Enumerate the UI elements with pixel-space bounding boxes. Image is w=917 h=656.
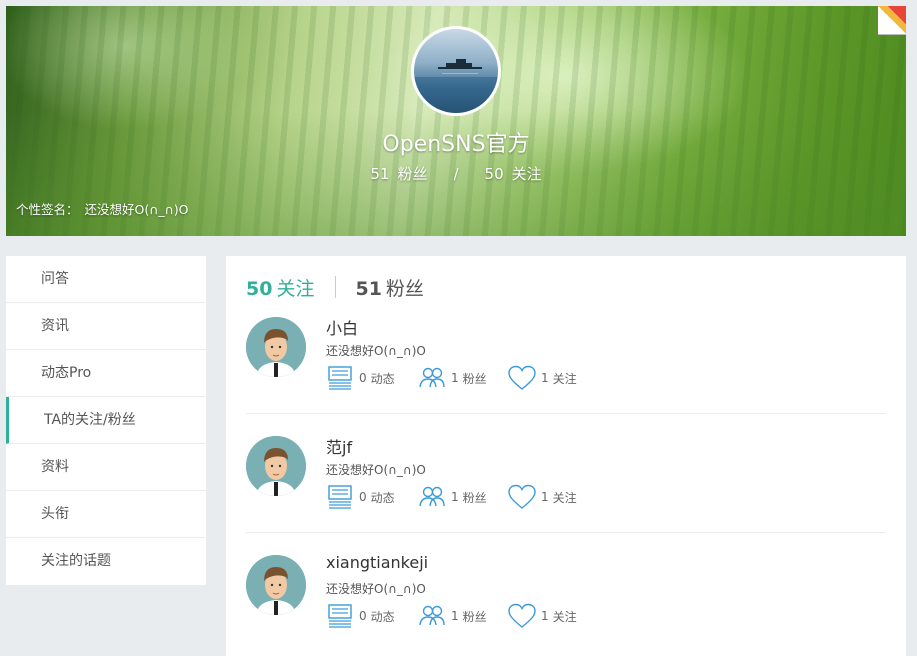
list-item: 范jf 还没想好O(∩_∩)O 0 动态 1 粉丝 1 关注 [246, 434, 886, 534]
posts-stack-icon [328, 485, 352, 509]
follow-label: 关注 [552, 371, 577, 386]
sidebar-item-follow-fans[interactable]: TA的关注/粉丝 [6, 397, 206, 444]
sidebar-item-profile[interactable]: 资料 [6, 444, 206, 491]
fans-count[interactable]: 51 [370, 165, 389, 183]
man-avatar-icon [246, 555, 306, 615]
posts-label: 动态 [370, 490, 395, 505]
sidebar-item-topics[interactable]: 关注的话题 [6, 538, 206, 585]
stat-fans[interactable]: 1 粉丝 [418, 365, 508, 391]
sidebar-item-label: 动态Pro [41, 365, 92, 381]
sidebar-item-label: 头衔 [41, 506, 69, 522]
sidebar-item-label: 问答 [41, 271, 69, 287]
stat-fans[interactable]: 1 粉丝 [418, 484, 508, 510]
sidebar-item-label: TA的关注/粉丝 [44, 412, 136, 428]
stat-follow[interactable]: 1 关注 [508, 603, 598, 629]
list-item: xiangtiankeji 还没想好O(∩_∩)O 0 动态 1 粉丝 1 关注 [246, 553, 886, 653]
sidebar-item-titles[interactable]: 头衔 [6, 491, 206, 538]
follow-list-panel: 50 关注 51 粉丝 小白 还没想好O(∩_∩)O 0 动态 1 粉丝 1 关… [226, 256, 906, 656]
user-name[interactable]: 范jf [326, 434, 352, 458]
follow-count: 1 [541, 490, 549, 504]
tab-fans-label: 粉丝 [385, 277, 424, 300]
stats-separator: / [453, 165, 459, 183]
fans-count: 1 [451, 609, 459, 623]
user-stats: 0 动态 1 粉丝 1 关注 [326, 603, 598, 629]
heart-icon [508, 365, 536, 390]
signature-text: 还没想好O(∩_∩)O [84, 202, 189, 217]
stat-posts[interactable]: 0 动态 [326, 603, 418, 629]
stat-posts[interactable]: 0 动态 [326, 365, 418, 391]
posts-count: 0 [359, 490, 367, 504]
sidebar-item-news[interactable]: 资讯 [6, 303, 206, 350]
posts-count: 0 [359, 371, 367, 385]
follow-label: 关注 [552, 609, 577, 624]
list-divider [246, 532, 886, 533]
user-signature: 还没想好O(∩_∩)O [326, 463, 426, 477]
corner-badge-icon[interactable] [878, 6, 906, 35]
profile-avatar[interactable] [411, 26, 501, 116]
follow-tabs: 50 关注 51 粉丝 [246, 272, 424, 302]
stat-follow[interactable]: 1 关注 [508, 484, 598, 510]
user-name[interactable]: 小白 [326, 315, 358, 339]
posts-stack-icon [328, 604, 352, 628]
user-stats: 0 动态 1 粉丝 1 关注 [326, 484, 598, 510]
tab-following[interactable]: 50 关注 [246, 274, 314, 301]
user-stats: 0 动态 1 粉丝 1 关注 [326, 365, 598, 391]
tab-following-count: 50 [246, 277, 273, 300]
avatar[interactable] [246, 317, 306, 377]
user-name[interactable]: xiangtiankeji [326, 553, 428, 572]
stat-follow[interactable]: 1 关注 [508, 365, 598, 391]
signature-label: 个性签名： [16, 202, 79, 217]
tab-following-label: 关注 [276, 277, 315, 300]
posts-stack-icon [328, 366, 352, 390]
fans-label[interactable]: 粉丝 [397, 165, 427, 183]
following-label[interactable]: 关注 [512, 165, 542, 183]
follow-count: 1 [541, 609, 549, 623]
fans-people-icon [419, 486, 445, 507]
stat-fans[interactable]: 1 粉丝 [418, 603, 508, 629]
sidebar-item-feed-pro[interactable]: 动态Pro [6, 350, 206, 397]
user-signature: 还没想好O(∩_∩)O [326, 582, 426, 596]
posts-label: 动态 [370, 609, 395, 624]
following-count[interactable]: 50 [485, 165, 504, 183]
follow-count: 1 [541, 371, 549, 385]
tab-divider [335, 276, 337, 298]
list-divider [246, 413, 886, 414]
fans-label: 粉丝 [462, 371, 487, 386]
user-signature: 还没想好O(∩_∩)O [326, 344, 426, 358]
sidebar-item-label: 资讯 [41, 318, 69, 334]
tab-fans[interactable]: 51 粉丝 [355, 274, 423, 301]
tab-fans-count: 51 [355, 277, 382, 300]
man-avatar-icon [246, 436, 306, 496]
heart-icon [508, 484, 536, 509]
avatar[interactable] [246, 436, 306, 496]
fans-people-icon [419, 605, 445, 626]
fans-count: 1 [451, 490, 459, 504]
posts-count: 0 [359, 609, 367, 623]
man-avatar-icon [246, 317, 306, 377]
fans-count: 1 [451, 371, 459, 385]
boat-photo-icon [414, 59, 498, 113]
stat-posts[interactable]: 0 动态 [326, 484, 418, 510]
sidebar-item-label: 资料 [41, 459, 69, 475]
profile-stats: 51 粉丝 / 50 关注 [6, 163, 906, 184]
fans-label: 粉丝 [462, 490, 487, 505]
fans-label: 粉丝 [462, 609, 487, 624]
avatar[interactable] [246, 555, 306, 615]
profile-name: OpenSNS官方 [382, 132, 530, 157]
sidebar-nav: 问答 资讯 动态Pro TA的关注/粉丝 资料 头衔 关注的话题 [6, 256, 206, 585]
profile-signature: 个性签名： 还没想好O(∩_∩)O [16, 199, 195, 218]
sidebar-item-label: 关注的话题 [41, 553, 111, 569]
posts-label: 动态 [370, 371, 395, 386]
heart-icon [508, 603, 536, 628]
sidebar-item-qa[interactable]: 问答 [6, 256, 206, 303]
profile-banner: OpenSNS官方 51 粉丝 / 50 关注 个性签名： 还没想好O(∩_∩)O [6, 6, 906, 236]
list-item: 小白 还没想好O(∩_∩)O 0 动态 1 粉丝 1 关注 [246, 315, 886, 415]
fans-people-icon [419, 367, 445, 388]
follow-label: 关注 [552, 490, 577, 505]
